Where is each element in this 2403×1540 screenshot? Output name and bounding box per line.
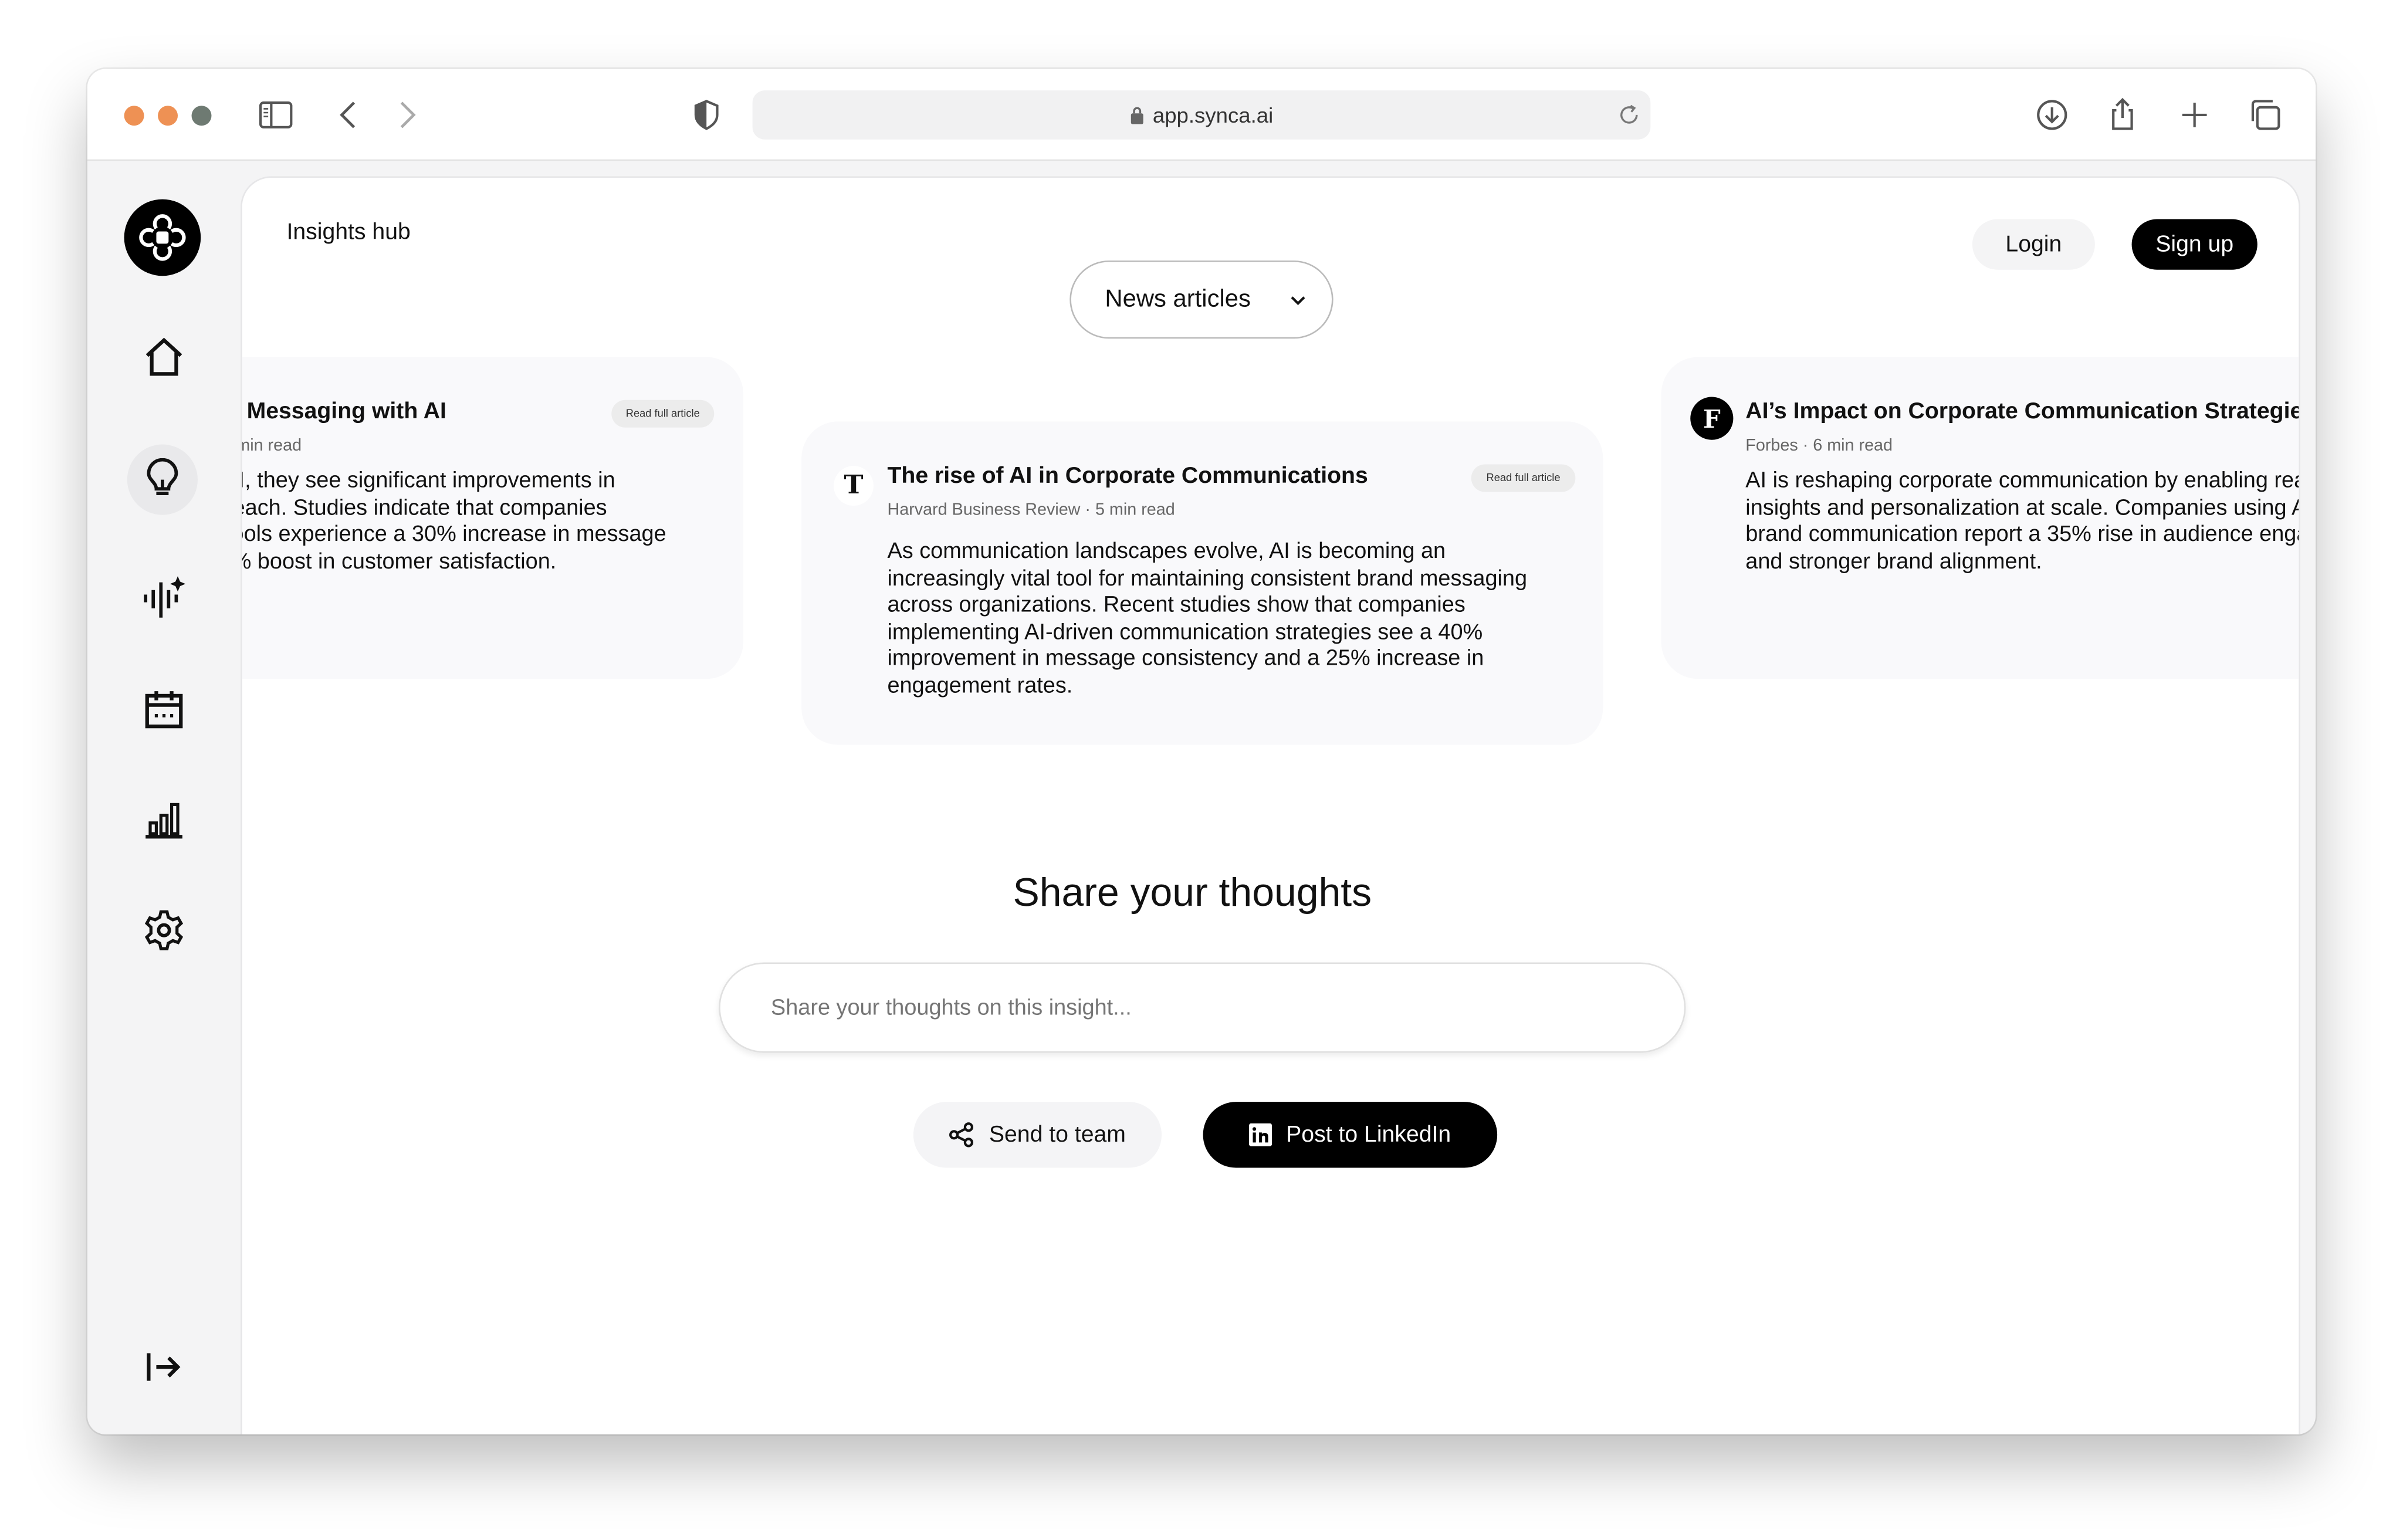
sidebar-item-voice[interactable] xyxy=(135,568,193,627)
url-text: app.synca.ai xyxy=(1152,103,1274,127)
chevron-down-icon xyxy=(1291,296,1305,306)
sidebar-toggle-icon[interactable] xyxy=(258,97,295,134)
forbes-logo-icon: F xyxy=(1690,397,1734,440)
thoughts-input[interactable] xyxy=(719,962,1686,1053)
article-meta: min read xyxy=(241,436,302,455)
sidebar-item-insights[interactable] xyxy=(127,444,198,515)
article-card[interactable]: F AI’s Impact on Corporate Communication… xyxy=(1661,357,2300,679)
browser-toolbar: app.synca.ai xyxy=(87,69,2316,161)
minimize-window-button[interactable] xyxy=(158,106,178,126)
new-tab-icon[interactable] xyxy=(2176,97,2213,134)
article-meta: Forbes · 6 min read xyxy=(1745,436,1893,455)
maximize-window-button[interactable] xyxy=(191,106,212,126)
nyt-logo-icon: T xyxy=(834,466,874,506)
signup-button[interactable]: Sign up xyxy=(2131,219,2258,270)
sidebar-item-analytics[interactable] xyxy=(135,791,193,849)
article-title: AI’s Impact on Corporate Communication S… xyxy=(1745,398,2300,425)
post-to-linkedin-button[interactable]: Post to LinkedIn xyxy=(1203,1102,1498,1168)
voice-ai-icon xyxy=(144,576,186,618)
article-card[interactable]: Messaging with AI min read AI, they see … xyxy=(241,357,743,679)
sidebar-item-calendar[interactable] xyxy=(135,681,193,739)
article-title: The rise of AI in Corporate Communicatio… xyxy=(887,462,1368,489)
share-icon[interactable] xyxy=(2104,97,2141,134)
calendar-icon xyxy=(145,691,183,729)
lock-icon xyxy=(1131,107,1144,124)
article-meta: Harvard Business Review · 5 min read xyxy=(887,501,1175,520)
article-body: AI is reshaping corporate communication … xyxy=(1745,469,2300,575)
send-to-team-label: Send to team xyxy=(989,1122,1126,1148)
lightbulb-icon xyxy=(147,458,178,496)
linkedin-icon xyxy=(1249,1123,1272,1146)
read-full-article-button[interactable]: Read full article xyxy=(1471,464,1576,492)
news-filter-dropdown[interactable]: News articles xyxy=(1069,260,1334,339)
sidebar-item-home[interactable] xyxy=(135,328,193,386)
logout-icon xyxy=(147,1353,181,1381)
send-to-team-button[interactable]: Send to team xyxy=(913,1102,1162,1168)
download-icon[interactable] xyxy=(2033,97,2070,134)
read-full-article-button[interactable]: Read full article xyxy=(611,400,715,428)
share-nodes-icon xyxy=(949,1122,974,1148)
back-icon[interactable] xyxy=(331,97,368,134)
logo-icon[interactable] xyxy=(124,199,201,276)
home-icon xyxy=(145,337,182,376)
main-panel: Insights hub Login Sign up News articles… xyxy=(241,176,2300,1435)
article-body: As communication landscapes evolve, AI i… xyxy=(887,539,1528,699)
sidebar-item-settings[interactable] xyxy=(135,901,193,959)
shield-icon[interactable] xyxy=(688,97,725,134)
reload-icon[interactable] xyxy=(1617,103,1642,127)
bar-chart-icon xyxy=(145,803,182,839)
address-bar[interactable]: app.synca.ai xyxy=(752,90,1651,140)
article-card[interactable]: T The rise of AI in Corporate Communicat… xyxy=(801,421,1603,745)
screenshot: app.synca.ai Insights hub Login Sign up … xyxy=(0,0,2403,1540)
browser-window: app.synca.ai Insights hub Login Sign up … xyxy=(87,69,2316,1435)
close-window-button[interactable] xyxy=(124,106,144,126)
article-title: Messaging with AI xyxy=(246,398,446,425)
post-to-linkedin-label: Post to LinkedIn xyxy=(1286,1122,1451,1148)
tabs-icon[interactable] xyxy=(2246,97,2283,134)
login-button[interactable]: Login xyxy=(1972,219,2095,270)
page-title: Insights hub xyxy=(286,219,411,245)
article-body: AI, they see significant improvements in… xyxy=(241,469,666,575)
share-heading: Share your thoughts xyxy=(1013,869,1372,915)
gear-icon xyxy=(144,910,184,950)
dropdown-value: News articles xyxy=(1105,286,1251,312)
logout-button[interactable] xyxy=(135,1338,193,1396)
forward-icon[interactable] xyxy=(388,97,425,134)
